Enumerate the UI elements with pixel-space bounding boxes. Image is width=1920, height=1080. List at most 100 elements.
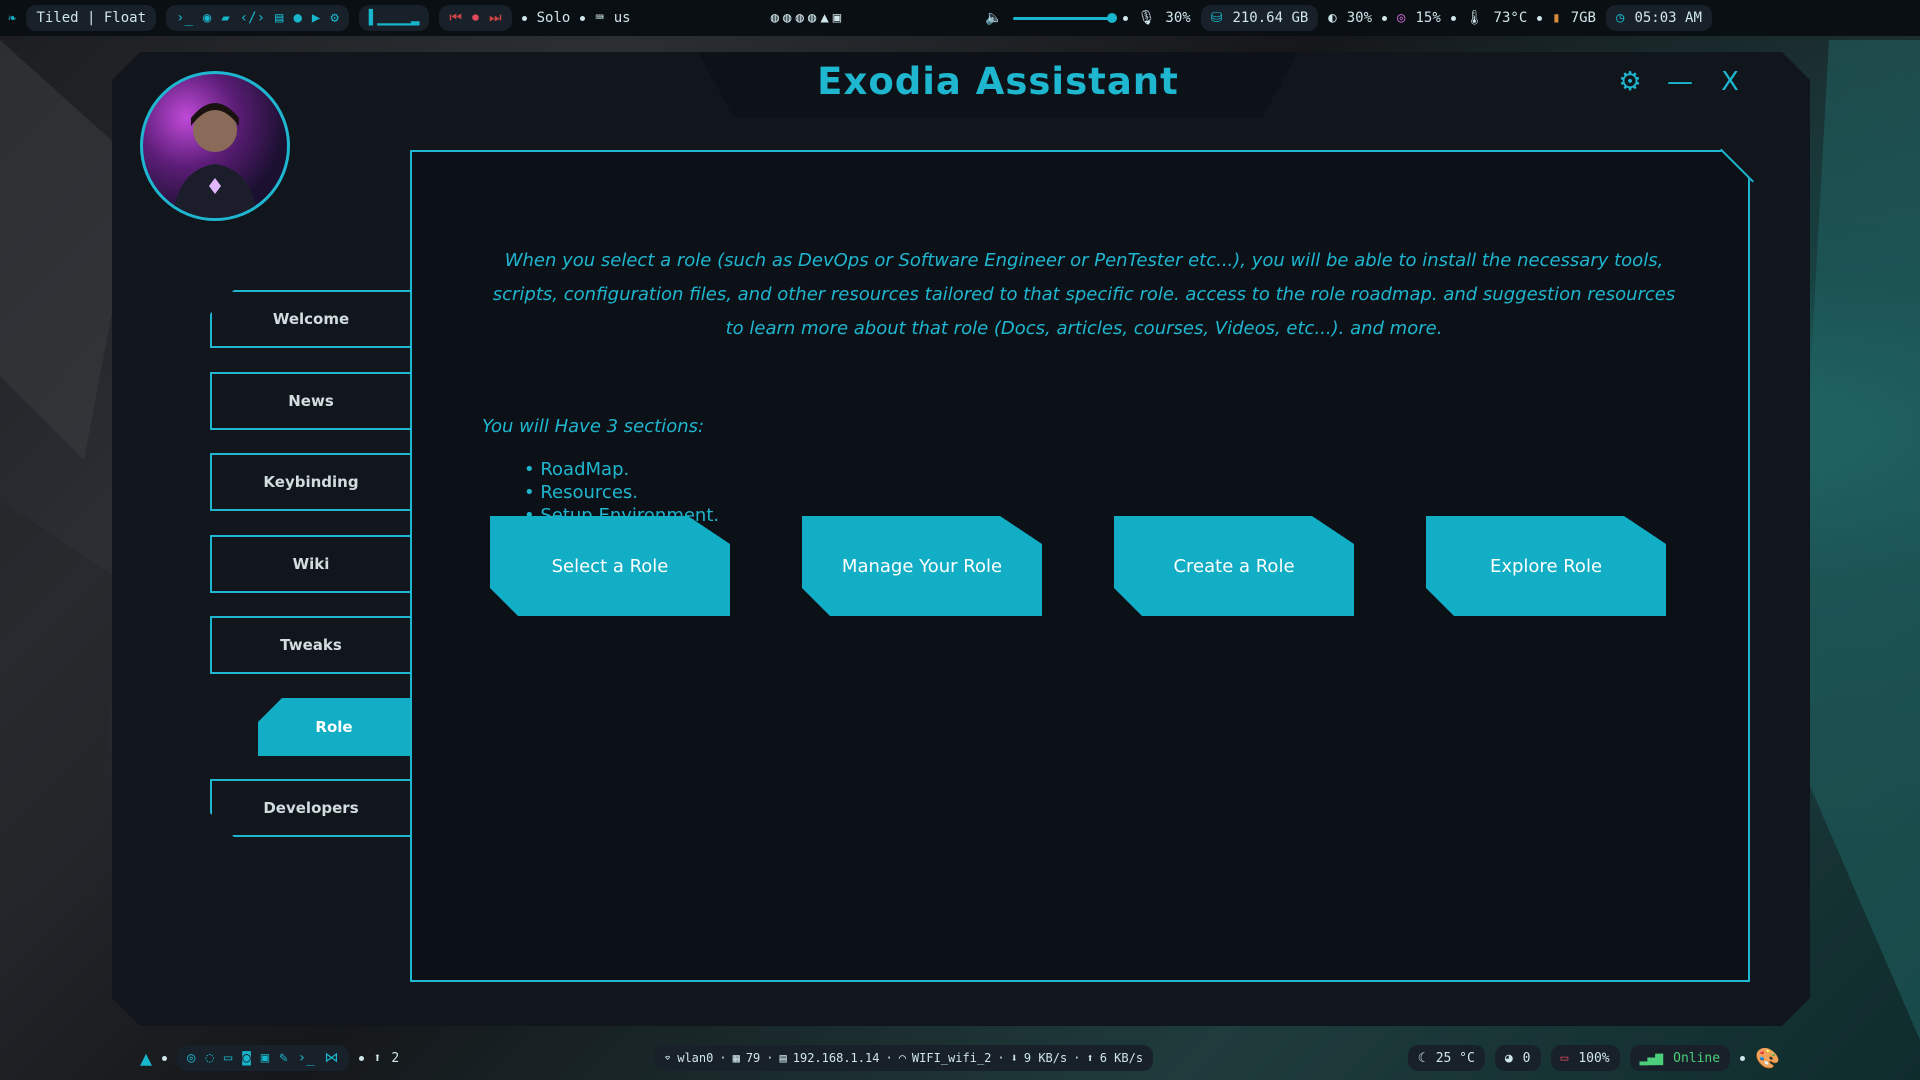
nav-item-news[interactable]: News [210, 372, 410, 430]
separator-dot [580, 15, 586, 21]
separator-dot [358, 1055, 364, 1061]
separator-dot [1122, 15, 1128, 21]
microphone-icon[interactable]: 🎙 [1138, 10, 1156, 26]
brightness-icon: ◐ [1328, 10, 1337, 26]
app-launchers: ›_ ◉ ▰ ‹/› ▤ ● ▶ ⚙ [166, 5, 349, 31]
online-status[interactable]: ▂▄▆ Online [1629, 1045, 1731, 1071]
workspace-count: 2 [391, 1050, 400, 1066]
cpu-value: 15% [1415, 10, 1441, 26]
top-bar: ❧ Tiled | Float ›_ ◉ ▰ ‹/› ▤ ● ▶ ⚙ ▌▁▁▁▁… [0, 0, 1920, 36]
notes-icon[interactable]: ▤ [275, 10, 283, 26]
gear-icon[interactable]: ⚙ [330, 10, 338, 26]
battery-icon: ▭ [1560, 1050, 1569, 1066]
laptop-icon[interactable]: ▭ [224, 1050, 232, 1066]
nav-item-label: Tweaks [280, 636, 342, 654]
updates-icon[interactable]: ⬆ [374, 1051, 382, 1066]
terminal-icon[interactable]: ›_ [176, 10, 193, 26]
select-role-button[interactable]: Select a Role [490, 516, 730, 616]
cpu-icon: ◎ [1397, 10, 1406, 26]
discord-icon[interactable]: ◙ [242, 1050, 250, 1066]
vscode-icon[interactable]: ⋈ [325, 1050, 339, 1066]
separator-dot: · [1073, 1051, 1081, 1065]
wifi-icon: ⌔ [664, 1051, 672, 1065]
chat-icon[interactable]: ● [293, 10, 301, 26]
nav-item-developers[interactable]: Developers [210, 779, 410, 837]
battery-widget[interactable]: ▭ 100% [1550, 1045, 1620, 1071]
separator-dot [1450, 15, 1456, 21]
gear-icon[interactable]: ⚙ [1610, 62, 1650, 102]
ssid-icon: ◠ [898, 1051, 906, 1065]
launcher-group: ▲ ◎ ◌ ▭ ◙ ▣ ✎ ›_ ⋈ ⬆ 2 [140, 1045, 399, 1071]
folder-icon[interactable]: ▰ [221, 10, 229, 26]
nav-item-welcome[interactable]: Welcome [210, 290, 410, 348]
nav-item-keybinding[interactable]: Keybinding [210, 453, 410, 511]
network-widget[interactable]: ⌔ wlan0 · ▦ 79 · ▤ 192.168.1.14 · ◠ WIFI… [654, 1045, 1154, 1071]
whatsapp-icon[interactable]: ◌ [205, 1050, 213, 1066]
notes-icon[interactable]: ▣ [261, 1050, 269, 1066]
ram-value: 7GB [1570, 10, 1596, 26]
status-value: Online [1673, 1050, 1721, 1066]
next-icon[interactable]: ⏭ [489, 10, 502, 26]
bottom-bar: ▲ ◎ ◌ ▭ ◙ ▣ ✎ ›_ ⋈ ⬆ 2 ⌔ wlan0 · ▦ 79 · … [0, 1042, 1920, 1074]
edit-icon[interactable]: ✎ [279, 1050, 287, 1066]
tray-icons[interactable]: ◍◍◍◍▲▣ [771, 10, 846, 26]
background-facet [0, 500, 120, 900]
status-group: ☾ 25 °C ◕ 0 ▭ 100% ▂▄▆ Online 🎨 [1407, 1045, 1780, 1071]
avatar [140, 71, 290, 221]
code-icon[interactable]: ‹/› [240, 10, 265, 26]
volume-slider-knob[interactable] [1106, 12, 1117, 23]
layout-switcher[interactable]: Tiled | Float [26, 5, 157, 31]
nav-item-label: Welcome [272, 310, 350, 328]
separator-dot [162, 1055, 168, 1061]
arch-logo-icon[interactable]: ▲ [140, 1046, 152, 1070]
ssid-value: WIFI_wifi_2 [911, 1051, 992, 1065]
window-title: Exodia Assistant [817, 60, 1179, 103]
manage-role-button[interactable]: Manage Your Role [802, 516, 1042, 616]
separator-dot [1740, 1055, 1746, 1061]
separator-dot: · [885, 1051, 893, 1065]
clock-widget[interactable]: ◷ 05:03 AM [1606, 5, 1712, 31]
nav-item-label: Role [315, 718, 353, 736]
separator-dot [1537, 15, 1543, 21]
create-role-button[interactable]: Create a Role [1114, 516, 1354, 616]
upload-icon: ⬆ [1086, 1051, 1094, 1065]
youtube-icon[interactable]: ▶ [312, 10, 320, 26]
upload-value: 6 KB/s [1099, 1051, 1144, 1065]
memory-icon: ▮ [1552, 10, 1561, 26]
avatar-image [173, 103, 257, 218]
workspace-bars-icon: ▌▁▁▁▁▂ [368, 10, 420, 26]
nav-item-role[interactable]: Role [258, 698, 410, 756]
brightness-value: 30% [1346, 10, 1373, 26]
volume-slider[interactable] [1012, 12, 1117, 23]
minimize-icon[interactable]: — [1660, 62, 1700, 102]
nav-item-label: News [288, 392, 334, 410]
mode-label[interactable]: Solo [537, 10, 571, 26]
previous-icon[interactable]: ⏮ [449, 10, 462, 26]
chrome-icon[interactable]: ◎ [187, 1050, 195, 1066]
role-intro-text: When you select a role (such as DevOps o… [492, 250, 1676, 339]
disk-widget[interactable]: ⛁ 210.64 GB [1200, 5, 1319, 31]
terminal-icon[interactable]: ›_ [298, 1050, 315, 1066]
keyboard-layout[interactable]: us [614, 10, 631, 26]
workspace-indicator[interactable]: ▌▁▁▁▁▂ [358, 5, 430, 31]
explore-role-button[interactable]: Explore Role [1426, 516, 1666, 616]
browser-icon[interactable]: ◉ [203, 10, 211, 26]
ip-value: 192.168.1.14 [792, 1051, 880, 1065]
volume-icon[interactable]: 🔈 [985, 10, 1002, 26]
disk-value: 210.64 GB [1232, 10, 1309, 26]
record-icon[interactable]: ⏺ [472, 10, 479, 26]
exodia-assistant-window: Exodia Assistant ⚙ — X Welcome News Keyb… [112, 52, 1810, 1026]
download-value: 9 KB/s [1023, 1051, 1068, 1065]
nav-item-wiki[interactable]: Wiki [210, 535, 410, 593]
clock-icon: ◷ [1616, 10, 1625, 26]
volume-value: 30% [1165, 10, 1191, 26]
close-icon[interactable]: X [1710, 62, 1750, 102]
github-widget[interactable]: ◕ 0 [1494, 1045, 1541, 1071]
weather-widget[interactable]: ☾ 25 °C [1407, 1045, 1485, 1071]
github-value: 0 [1522, 1050, 1531, 1066]
nav-item-tweaks[interactable]: Tweaks [210, 616, 410, 674]
palette-icon[interactable]: 🎨 [1755, 1046, 1780, 1070]
separator-dot [1382, 15, 1388, 21]
weather-value: 25 °C [1435, 1050, 1475, 1066]
leaf-icon[interactable]: ❧ [8, 10, 16, 26]
